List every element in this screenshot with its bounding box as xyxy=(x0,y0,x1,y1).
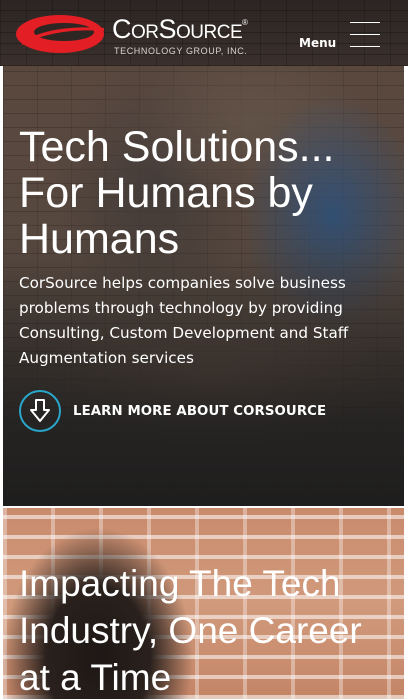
logo-swoosh-icon xyxy=(16,15,104,53)
career-heading: Impacting The Tech Industry, One Career … xyxy=(19,563,362,698)
brand-registered-mark: ® xyxy=(242,18,248,27)
brand-tagline: TECHNOLOGY GROUP, INC. xyxy=(114,46,248,56)
hero-heading: Tech Solutions... For Humans by Humans xyxy=(19,123,335,263)
hero-section: Tech Solutions... For Humans by Humans C… xyxy=(3,66,404,506)
hamburger-menu-icon[interactable] xyxy=(350,22,380,48)
site-header: CorSource ® TECHNOLOGY GROUP, INC. Menu xyxy=(0,0,408,66)
arrow-down-icon xyxy=(19,390,61,432)
hero-description: CorSource helps companies solve business… xyxy=(19,274,349,367)
brand-name: CorSource xyxy=(112,14,243,44)
page: CorSource ® TECHNOLOGY GROUP, INC. Menu … xyxy=(0,0,408,699)
learn-more-label: LEARN MORE ABOUT CORSOURCE xyxy=(73,403,327,419)
menu-label[interactable]: Menu xyxy=(299,36,336,50)
career-section: Impacting The Tech Industry, One Career … xyxy=(3,508,404,699)
learn-more-button[interactable]: LEARN MORE ABOUT CORSOURCE xyxy=(19,388,326,434)
corsource-logo[interactable]: CorSource ® TECHNOLOGY GROUP, INC. xyxy=(12,10,252,58)
